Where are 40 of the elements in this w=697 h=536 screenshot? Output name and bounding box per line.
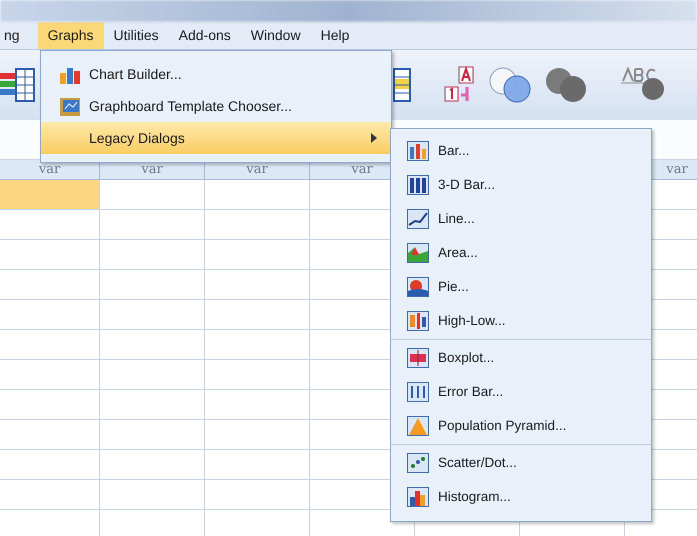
menu-item[interactable]: Legacy Dialogs bbox=[41, 122, 391, 154]
menu-item[interactable]: Population Pyramid... bbox=[391, 409, 651, 443]
histogram-icon bbox=[407, 487, 429, 507]
column-header: var bbox=[351, 160, 373, 179]
menu-item[interactable]: Pie... bbox=[391, 270, 651, 304]
menu-item[interactable]: Bar... bbox=[391, 134, 651, 168]
column-header: var bbox=[246, 160, 268, 179]
menu-item[interactable]: 3-D Bar... bbox=[391, 168, 651, 202]
column-header: var bbox=[141, 160, 163, 179]
menu-item[interactable]: Histogram... bbox=[391, 480, 651, 514]
menu-item[interactable]: High-Low... bbox=[391, 304, 651, 338]
boxplot-icon bbox=[407, 348, 429, 368]
menu-item[interactable]: Chart Builder... bbox=[41, 59, 391, 91]
menu-item[interactable]: Boxplot... bbox=[391, 341, 651, 375]
menu-item[interactable]: Utilities bbox=[104, 22, 169, 49]
menu-item[interactable]: ng bbox=[0, 22, 30, 49]
menu-item[interactable]: Scatter/Dot... bbox=[391, 446, 651, 480]
menu-item[interactable]: Graphboard Template Chooser... bbox=[41, 90, 391, 122]
line-chart-icon bbox=[407, 209, 429, 229]
chart-template-icon bbox=[59, 96, 81, 116]
pie-chart-icon bbox=[407, 277, 429, 297]
table-icon bbox=[0, 67, 36, 103]
menu-item[interactable]: Error Bar... bbox=[391, 375, 651, 409]
grid-cell[interactable] bbox=[0, 180, 100, 209]
menu-item[interactable]: Graphs bbox=[38, 22, 104, 49]
menu-item[interactable]: Add-ons bbox=[168, 22, 241, 49]
pyramid-icon bbox=[407, 416, 429, 436]
menu-item[interactable]: Window bbox=[240, 22, 311, 49]
column-header: var bbox=[38, 160, 60, 179]
menu-item[interactable]: Help bbox=[310, 22, 360, 49]
menu-item[interactable]: Line... bbox=[391, 202, 651, 236]
error-bar-icon bbox=[407, 382, 429, 402]
area-chart-icon bbox=[407, 243, 429, 263]
high-low-chart-icon bbox=[407, 311, 429, 331]
bar-chart-icon bbox=[407, 141, 429, 161]
menu-item[interactable]: Area... bbox=[391, 236, 651, 270]
scatter-plot-icon bbox=[407, 453, 429, 473]
table-icon bbox=[393, 67, 411, 103]
column-header: var bbox=[666, 160, 688, 179]
bar-chart-icon bbox=[407, 175, 429, 195]
